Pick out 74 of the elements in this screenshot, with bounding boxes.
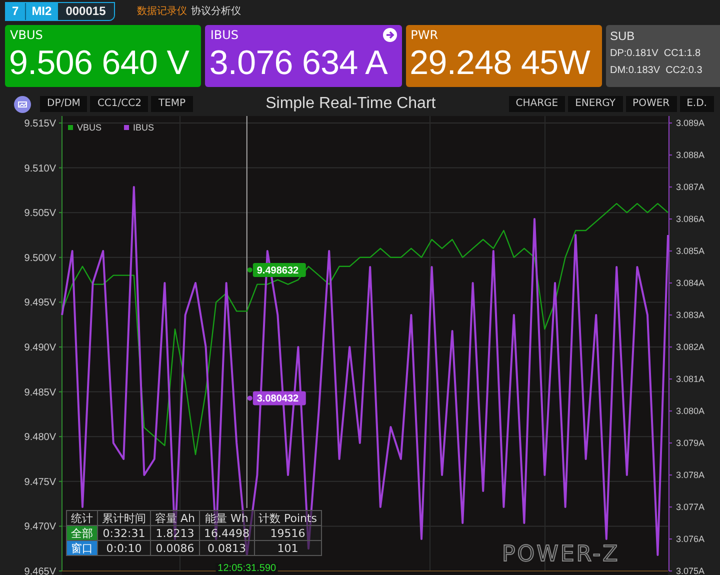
view-button[interactable]: CC1/CC2 — [90, 96, 148, 112]
axis-tick-label: 9.485V — [24, 387, 56, 398]
cursor-line[interactable] — [246, 116, 248, 508]
port-number: 7 — [6, 2, 25, 20]
view-button[interactable]: CHARGE — [508, 96, 566, 112]
sub-reading: DP:0.181V CC1:1.8 — [610, 47, 702, 61]
axis-tick-label: 3.078A — [676, 470, 705, 480]
table-header: 统计 — [66, 510, 98, 526]
reading-value: 9.506 640 V — [9, 44, 190, 82]
table-cell: 1.8213 — [150, 526, 200, 540]
table-header: 容量 Ah — [150, 510, 200, 526]
axis-tick-label: 9.470V — [24, 522, 56, 533]
axis-tick-label: 9.505V — [24, 208, 56, 220]
axis-tick-label: 3.089A — [676, 118, 705, 128]
cursor-point — [247, 396, 252, 401]
card-label: VBUS — [9, 28, 43, 44]
reading-value: 29.248 45W — [410, 44, 592, 82]
axis-tick-label: 9.510V — [24, 163, 56, 174]
axis-tick-label: 9.490V — [24, 342, 56, 354]
table-header: 累计时间 — [98, 510, 150, 526]
view-button[interactable]: ENERGY — [568, 96, 623, 112]
table-cell: 全部 — [66, 526, 98, 540]
axis-tick-label: 3.087A — [676, 182, 705, 192]
axis-tick-label: 3.077A — [676, 502, 705, 512]
axis-tick-label: 9.475V — [24, 476, 56, 488]
card-label: PWR — [410, 28, 438, 44]
axis-tick-label: 9.480V — [24, 432, 56, 444]
table-header: 计数 Points — [254, 510, 322, 526]
reading-value: 3.076 634 A — [209, 44, 389, 82]
table-cell: 19516 — [254, 526, 322, 540]
axis-tick-label: 9.465V — [24, 566, 56, 575]
axis-tick-label: 3.081A — [676, 374, 705, 384]
table-cell: 0:32:31 — [98, 526, 150, 540]
axis-tick-label: 3.085A — [676, 246, 705, 256]
legend-label: IBUS — [133, 122, 154, 132]
cursor-point — [247, 267, 252, 272]
axis-tick-label: 3.080A — [676, 406, 705, 416]
axis-tick-label: 3.084A — [676, 278, 705, 288]
axis-tick-label: 9.515V — [24, 118, 56, 130]
view-button[interactable]: TEMP — [151, 96, 193, 112]
cursor-value-label: 9.498632 — [252, 262, 306, 277]
mode-tab[interactable]: 协议分析仪 — [190, 4, 241, 18]
sub-reading: DM:0.183V CC2:0.3 — [610, 64, 704, 78]
view-button[interactable]: DP/DM — [40, 96, 88, 112]
table-cell: 101 — [254, 540, 322, 556]
view-button[interactable]: POWER — [626, 96, 677, 112]
table-header: 能量 Wh — [200, 510, 254, 526]
serial-number: 000015 — [58, 2, 114, 20]
table-cell: 16.4498 — [200, 526, 254, 540]
card-label: IBUS — [209, 28, 238, 44]
chart-icon[interactable] — [14, 96, 31, 112]
table-cell: 0.0813 — [200, 540, 254, 556]
axis-tick-label: 3.086A — [676, 214, 705, 224]
axis-tick-label: 9.500V — [24, 252, 56, 264]
axis-tick-label: 3.083A — [676, 310, 705, 320]
axis-tick-label: 9.495V — [24, 298, 56, 309]
legend-label: VBUS — [77, 122, 102, 132]
axis-tick-label: 3.082A — [676, 342, 705, 352]
axis-tick-label: 3.079A — [676, 438, 705, 448]
device-model: MI2 — [24, 2, 58, 20]
card-label: SUB — [610, 28, 636, 45]
view-button[interactable]: E.D. — [680, 96, 714, 112]
axis-tick-label: 3.075A — [676, 566, 705, 575]
cursor-time: 12:05:31.590 — [216, 563, 278, 574]
table-cell: 窗口 — [66, 540, 98, 556]
table-cell: 0.0086 — [150, 540, 200, 556]
table-cell: 0:0:10 — [98, 540, 150, 556]
mode-tab[interactable]: 数据记录仪 — [136, 4, 187, 18]
arrow-right-icon[interactable] — [382, 28, 397, 42]
axis-tick-label: 3.076A — [676, 534, 705, 544]
brand-logo: POWER-Z — [502, 542, 620, 567]
chart-title: Simple Real-Time Chart — [264, 95, 437, 113]
axis-tick-label: 3.088A — [676, 150, 705, 160]
cursor-value-label: 3.080432 — [252, 391, 306, 406]
